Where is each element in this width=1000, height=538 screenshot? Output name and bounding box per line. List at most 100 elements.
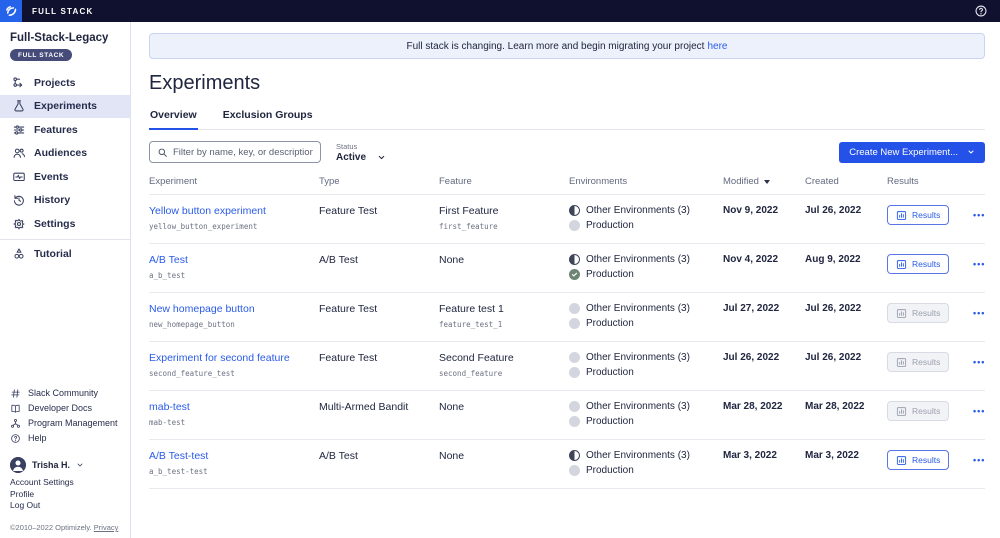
column-header-modified-label: Modified [723,176,759,187]
modified-date: Jul 27, 2022 [723,303,780,314]
status-filter: Status Active [336,142,386,163]
user-menu-toggle[interactable]: Trisha H. [10,456,130,473]
top-bar: FULL STACK [0,0,1000,22]
results-button-label: Results [912,455,941,465]
footer-link-developer-docs[interactable]: Developer Docs [10,401,130,416]
user-menu-item-account-settings[interactable]: Account Settings [10,477,130,487]
results-button[interactable]: Results [887,254,950,274]
environment-label: Production [586,367,634,378]
environment-label: Other Environments (3) [586,401,690,412]
user-name: Trisha H. [32,459,71,470]
feature-cell: Second Feature second_feature [439,352,569,378]
privacy-link[interactable]: Privacy [94,523,119,532]
results-button: Results [887,303,950,323]
experiment-link[interactable]: A/B Test-test [149,450,319,462]
environment-off-icon [569,220,580,231]
modified-date: Nov 9, 2022 [723,205,779,216]
experiment-type: Multi-Armed Bandit [319,401,409,413]
table-header-row: Experiment Type Feature Environments Mod… [149,176,985,195]
experiment-link[interactable]: Yellow button experiment [149,205,319,217]
environment-off-icon [569,416,580,427]
experiment-link[interactable]: New homepage button [149,303,319,315]
user-menu-item-log-out[interactable]: Log Out [10,500,130,510]
sidebar-item-history[interactable]: History [0,189,130,213]
optimizely-logo[interactable] [0,0,22,22]
row-menu-cell: ••• [973,254,992,272]
sidebar-nav: Projects Experiments Features Audiences Even… [0,71,130,266]
user-menu-item-profile[interactable]: Profile [10,489,130,499]
row-menu-button[interactable]: ••• [973,356,985,368]
feature-key: feature_test_1 [439,320,503,329]
environment-label: Other Environments (3) [586,254,690,265]
body-row: Full-Stack-Legacy FULL STACK Projects Exp… [0,22,1000,538]
row-menu-button[interactable]: ••• [973,405,985,417]
environment-off-icon [569,318,580,329]
sidebar-item-events[interactable]: Events [0,165,130,189]
feature-name: None [439,254,465,266]
org-icon [10,418,21,429]
experiment-key: new_homepage_button [149,320,235,329]
environment-status: Production [569,416,723,427]
experiment-link[interactable]: Experiment for second feature [149,352,319,364]
footer-link-label: Developer Docs [28,403,93,413]
sidebar-item-audiences[interactable]: Audiences [0,142,130,166]
footer-link-help[interactable]: Help [10,431,130,446]
feature-name: Feature test 1 [439,303,504,315]
column-header-type[interactable]: Type [319,176,439,187]
sidebar-item-projects[interactable]: Projects [0,71,130,95]
row-menu-button[interactable]: ••• [973,307,985,319]
column-header-results[interactable]: Results [887,176,973,187]
experiment-type: Feature Test [319,205,378,217]
banner-here-link[interactable]: here [707,41,727,52]
sidebar-item-label: History [34,194,71,207]
feature-name: Second Feature [439,352,514,364]
bar-chart-icon [896,308,907,319]
results-button[interactable]: Results [887,450,950,470]
environment-status: Other Environments (3) [569,303,723,314]
experiment-link[interactable]: mab-test [149,401,319,413]
sort-descending-icon [763,179,770,184]
filter-input[interactable] [173,146,313,158]
column-header-feature[interactable]: Feature [439,176,569,187]
environments-cell: Other Environments (3) Production [569,303,723,329]
row-menu-button[interactable]: ••• [973,258,985,270]
copyright: ©2010–2022 Optimizely. Privacy [10,523,130,532]
experiment-cell: A/B Test-test a_b_test-test [149,450,319,476]
results-cell: Results [887,352,973,373]
environment-label: Production [586,416,634,427]
projects-icon [12,76,26,90]
help-icon[interactable] [974,4,988,18]
environment-status: Other Environments (3) [569,205,723,216]
sidebar-item-settings[interactable]: Settings [0,212,130,236]
tab-overview[interactable]: Overview [149,109,198,130]
feature-key: second_feature [439,369,503,378]
experiment-link[interactable]: A/B Test [149,254,319,266]
results-button-label: Results [912,308,941,318]
results-button[interactable]: Results [887,205,950,225]
column-header-environments[interactable]: Environments [569,176,723,187]
row-menu-button[interactable]: ••• [973,454,985,466]
user-menu: Account Settings Profile Log Out [10,476,130,510]
row-menu-button[interactable]: ••• [973,209,985,221]
sidebar-item-features[interactable]: Features [0,118,130,142]
create-new-experiment-button[interactable]: Create New Experiment... [839,141,985,163]
sidebar-divider [0,238,130,240]
column-header-modified[interactable]: Modified [723,176,805,187]
status-dropdown[interactable]: Active [336,152,386,163]
experiment-key: yellow_button_experiment [149,222,258,231]
tab-exclusion-groups[interactable]: Exclusion Groups [222,109,314,129]
environment-label: Production [586,318,634,329]
sidebar-item-tutorial[interactable]: Tutorial [0,243,130,267]
sidebar-item-label: Projects [34,76,76,89]
filter-search-box [149,141,321,163]
column-header-created[interactable]: Created [805,176,887,187]
environments-cell: Other Environments (3) Production [569,352,723,378]
column-header-experiment[interactable]: Experiment [149,176,319,187]
experiment-cell: A/B Test a_b_test [149,254,319,280]
sidebar-item-experiments[interactable]: Experiments [0,94,130,118]
footer-link-slack-community[interactable]: Slack Community [10,386,130,401]
bar-chart-icon [896,210,907,221]
footer-link-program-management[interactable]: Program Management [10,416,130,431]
environment-running-icon [569,269,580,280]
